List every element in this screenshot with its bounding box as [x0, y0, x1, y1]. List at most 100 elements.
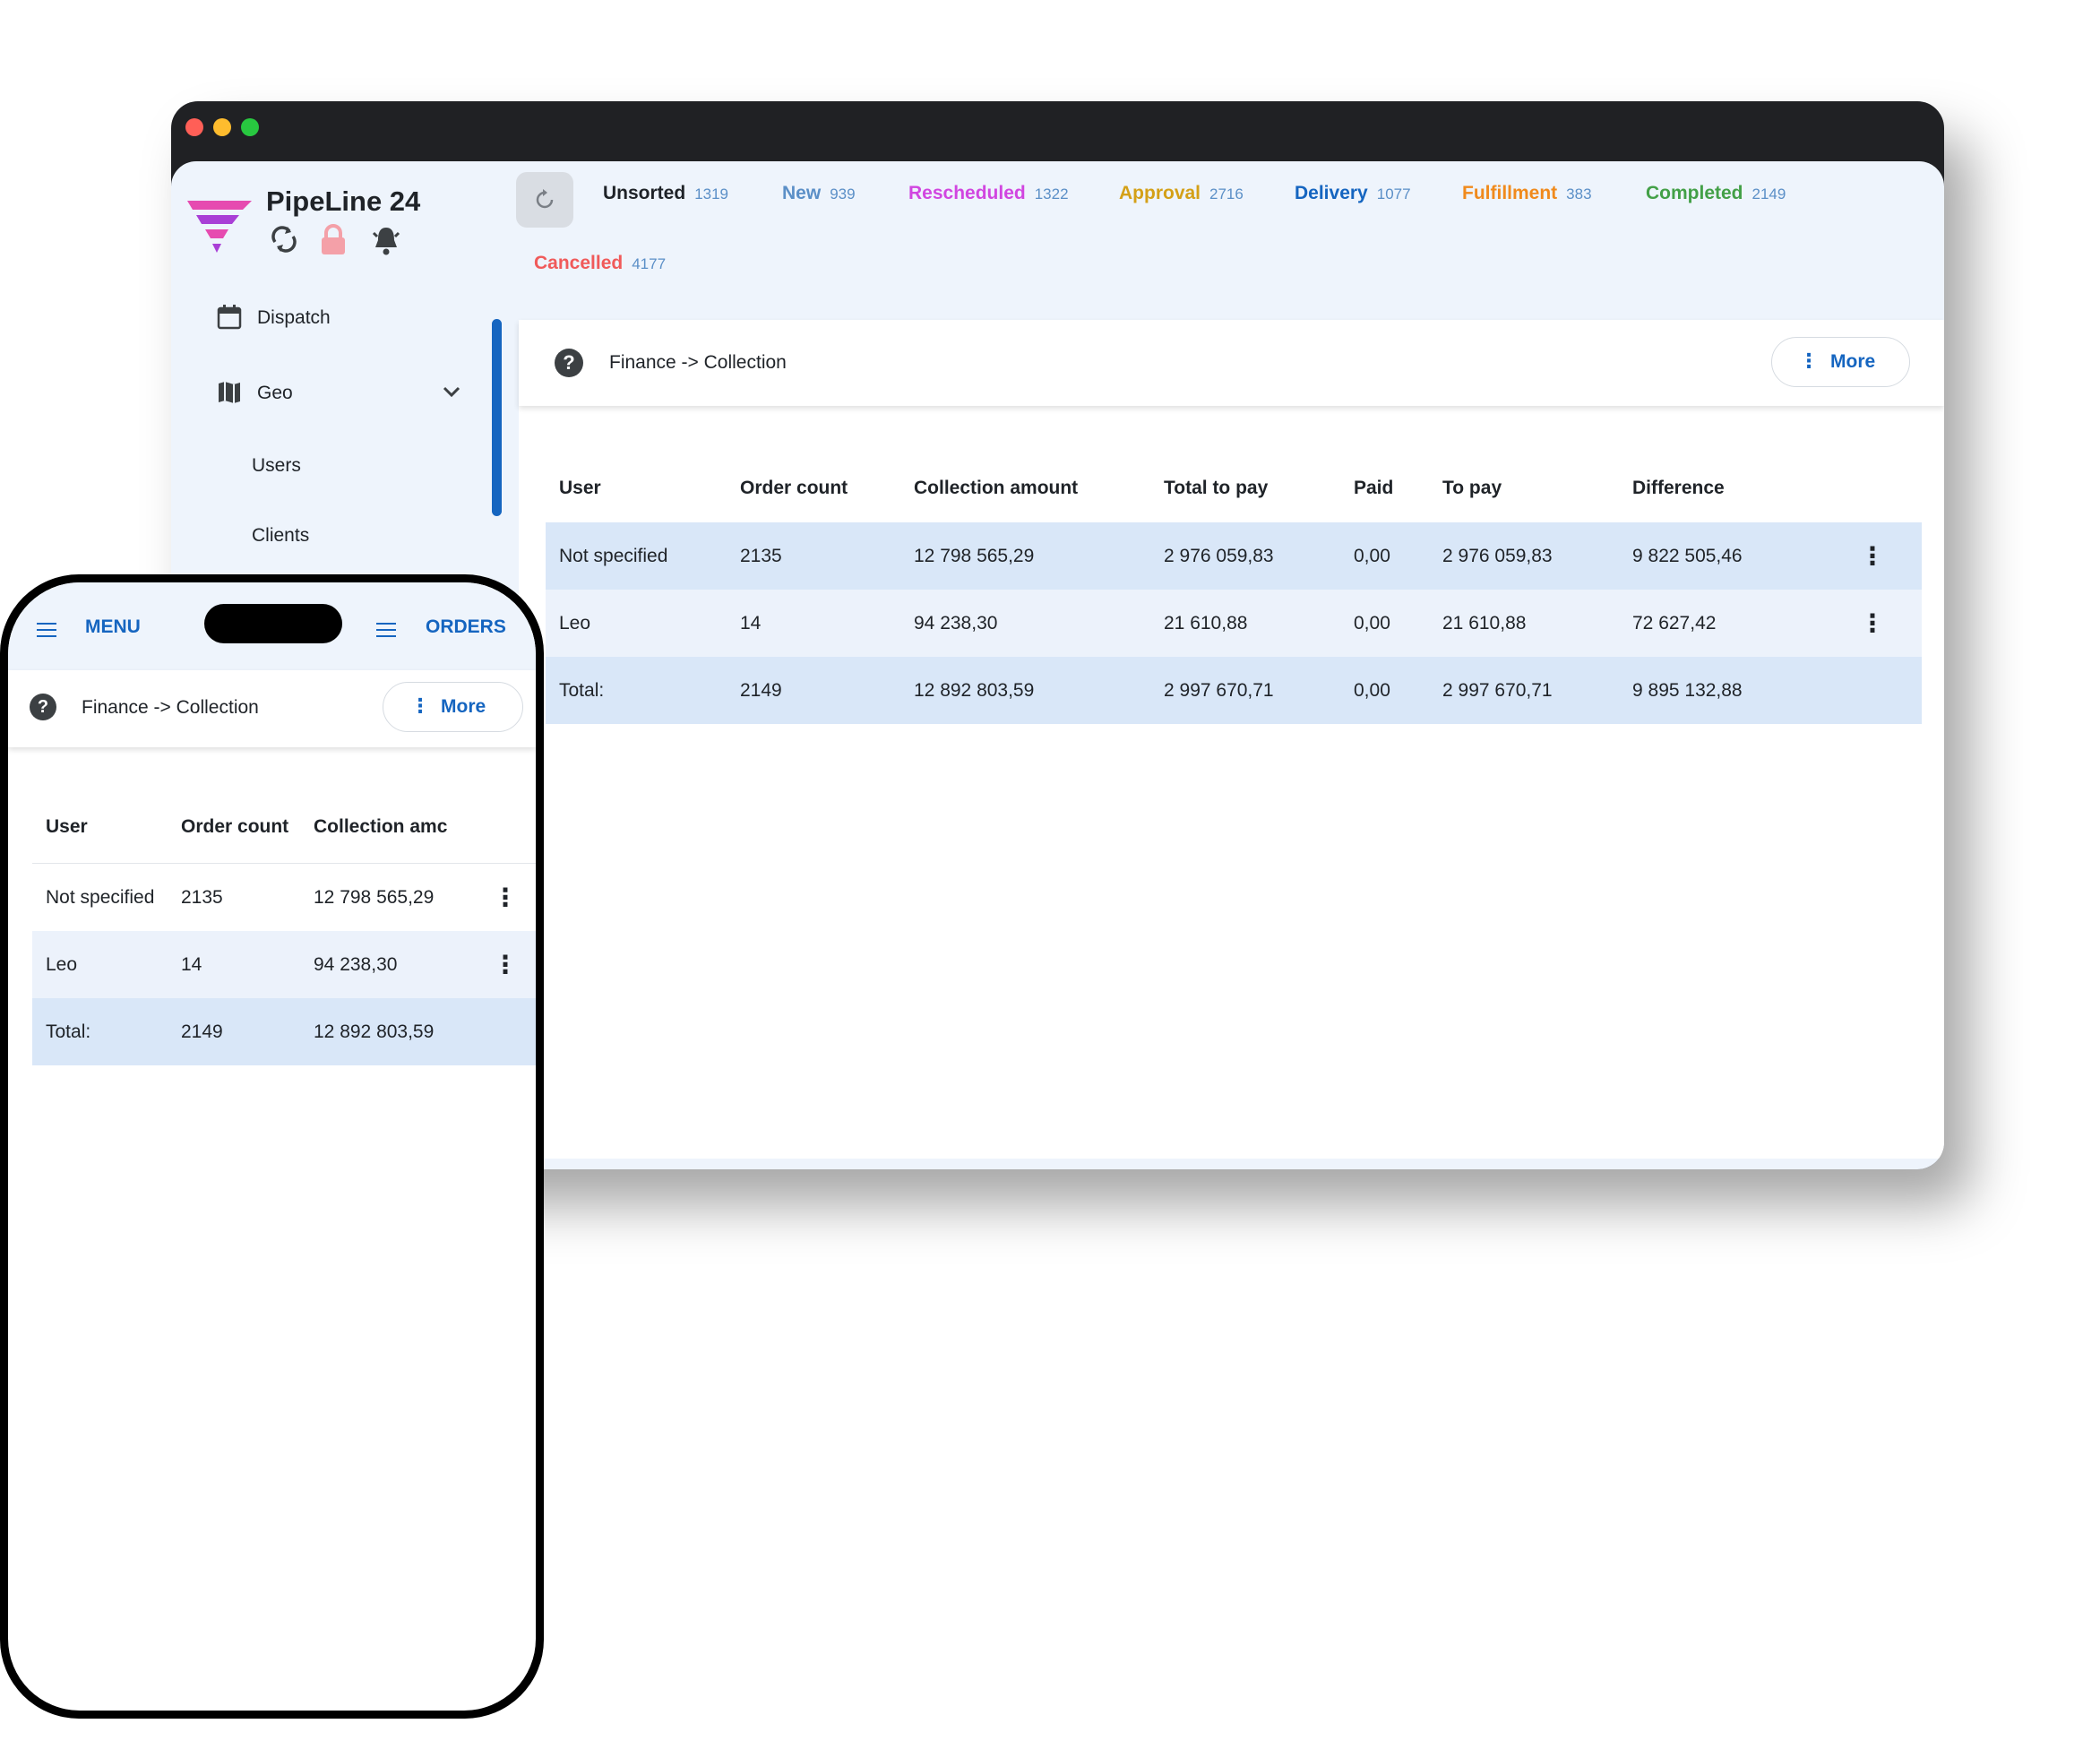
column-header[interactable]: Total to pay: [1164, 454, 1354, 522]
calendar-icon: [217, 305, 242, 330]
table-cell: 0,00: [1354, 590, 1442, 657]
table-cell: Not specified: [46, 886, 155, 908]
status-chip-unsorted[interactable]: Unsorted 1319: [603, 183, 728, 204]
row-menu-icon[interactable]: ⋮: [1823, 522, 1922, 590]
chip-count: 2149: [1751, 185, 1786, 203]
refresh-button[interactable]: [516, 172, 573, 228]
table-cell: 2149: [181, 998, 314, 1065]
chevron-down-icon[interactable]: [442, 385, 461, 398]
table-cell: Leo: [32, 931, 181, 998]
table-cell: 9 895 132,88: [1632, 657, 1823, 724]
pipeline-logo-icon: [187, 201, 252, 253]
column-header[interactable]: Order count: [740, 454, 914, 522]
table-cell: 12 892 803,59: [914, 657, 1164, 724]
collection-table: User Order count Collection amount Total…: [546, 454, 1922, 724]
table-cell: 2 997 670,71: [1164, 657, 1354, 724]
chip-label: Fulfillment: [1462, 183, 1558, 203]
sidebar-scrollbar[interactable]: [492, 319, 502, 516]
phone-collection-table: User Order count Collection amc Not spec…: [32, 791, 536, 1065]
row-menu-icon[interactable]: ⋮: [475, 864, 536, 932]
column-header[interactable]: Collection amc: [314, 791, 475, 864]
table-cell: 12 798 565,29: [914, 522, 1164, 590]
table-cell: 94 238,30: [314, 931, 475, 998]
orders-button[interactable]: ORDERS: [426, 616, 506, 638]
help-icon[interactable]: ?: [555, 349, 583, 377]
table-cell: 2 976 059,83: [1442, 522, 1632, 590]
breadcrumb: Finance -> Collection: [82, 697, 259, 718]
phone-header: MENU ORDERS: [8, 582, 536, 670]
table-cell: 94 238,30: [914, 590, 1164, 657]
help-icon[interactable]: ?: [30, 694, 56, 720]
row-menu-icon[interactable]: ⋮: [475, 931, 536, 998]
table-cell: 21 610,88: [1442, 590, 1632, 657]
table-cell: Total:: [546, 657, 740, 724]
column-header[interactable]: User: [546, 454, 740, 522]
column-header[interactable]: To pay: [1442, 454, 1632, 522]
table-cell-empty: [475, 998, 536, 1065]
more-button-label: More: [1830, 351, 1876, 372]
status-chip-completed[interactable]: Completed 2149: [1646, 183, 1786, 204]
table-cell: 9 822 505,46: [1632, 522, 1823, 590]
chip-count: 1077: [1376, 185, 1411, 203]
sync-icon[interactable]: [270, 224, 300, 256]
chip-count: 2716: [1209, 185, 1244, 203]
chip-label: Rescheduled: [908, 183, 1026, 203]
sidebar-item-dispatch[interactable]: Dispatch: [257, 307, 331, 329]
status-chip-fulfillment[interactable]: Fulfillment 383: [1462, 183, 1592, 204]
chip-label: Unsorted: [603, 183, 686, 203]
chip-count: 1322: [1034, 185, 1069, 203]
orders-menu-icon[interactable]: [376, 623, 396, 637]
menu-icon[interactable]: [37, 623, 56, 637]
column-header[interactable]: Difference: [1632, 454, 1823, 522]
chip-label: Completed: [1646, 183, 1743, 203]
brand-name: PipeLine 24: [266, 185, 421, 217]
table-row[interactable]: Not specified 2135 12 798 565,29 ⋮: [32, 864, 536, 932]
table-cell: 2135: [181, 886, 223, 908]
status-chip-rescheduled[interactable]: Rescheduled 1322: [908, 183, 1069, 204]
more-button[interactable]: ⋮ More: [1771, 337, 1910, 387]
chip-label: Cancelled: [534, 253, 624, 273]
table-cell: Not specified: [546, 522, 740, 590]
table-total-row: Total: 2149 12 892 803,59 2 997 670,71 0…: [546, 657, 1922, 724]
table-cell: 12 892 803,59: [314, 998, 475, 1065]
table-cell: Leo: [546, 590, 740, 657]
table-row[interactable]: Leo 14 94 238,30 21 610,88 0,00 21 610,8…: [546, 590, 1922, 657]
menu-button[interactable]: MENU: [85, 616, 141, 638]
phone-breadcrumb-bar: ? Finance -> Collection ⋮ More: [8, 670, 536, 747]
phone-frame: MENU ORDERS ? Finance -> Collection ⋮ Mo…: [0, 574, 544, 1719]
status-chip-delivery[interactable]: Delivery 1077: [1295, 183, 1411, 204]
column-header[interactable]: User: [32, 791, 181, 864]
table-cell: 21 610,88: [1164, 590, 1354, 657]
bell-icon[interactable]: [370, 224, 400, 256]
sidebar-item-clients[interactable]: Clients: [252, 525, 309, 547]
row-menu-icon[interactable]: ⋮: [1823, 590, 1922, 657]
column-header-actions: [1823, 454, 1922, 522]
more-button[interactable]: ⋮ More: [383, 682, 523, 732]
column-header[interactable]: Collection amount: [914, 454, 1164, 522]
table-cell: 14: [740, 590, 914, 657]
table-cell: 72 627,42: [1632, 590, 1823, 657]
phone-screen: MENU ORDERS ? Finance -> Collection ⋮ Mo…: [8, 582, 536, 1711]
status-chip-approval[interactable]: Approval 2716: [1119, 183, 1244, 204]
table-cell: 2135: [740, 522, 914, 590]
chip-count: 383: [1566, 185, 1592, 203]
map-icon: [219, 382, 240, 403]
sidebar-item-users[interactable]: Users: [252, 455, 301, 477]
minimize-window-button[interactable]: [213, 118, 231, 136]
column-header[interactable]: Paid: [1354, 454, 1442, 522]
table-cell-empty: [1823, 657, 1922, 724]
dynamic-island: [204, 604, 342, 643]
table-header-row: User Order count Collection amount Total…: [546, 454, 1922, 522]
close-window-button[interactable]: [185, 118, 203, 136]
status-chip-cancelled[interactable]: Cancelled 4177: [534, 253, 666, 274]
sidebar-item-geo[interactable]: Geo: [257, 383, 293, 404]
table-cell: 14: [181, 931, 314, 998]
table-row[interactable]: Not specified 2135 12 798 565,29 2 976 0…: [546, 522, 1922, 590]
chip-label: New: [782, 183, 822, 203]
maximize-window-button[interactable]: [241, 118, 259, 136]
table-row[interactable]: Leo 14 94 238,30 ⋮: [32, 931, 536, 998]
lock-icon[interactable]: [319, 224, 349, 256]
column-header[interactable]: Order count: [181, 791, 314, 864]
status-chip-new[interactable]: New 939: [782, 183, 856, 204]
more-button-label: More: [441, 696, 486, 717]
